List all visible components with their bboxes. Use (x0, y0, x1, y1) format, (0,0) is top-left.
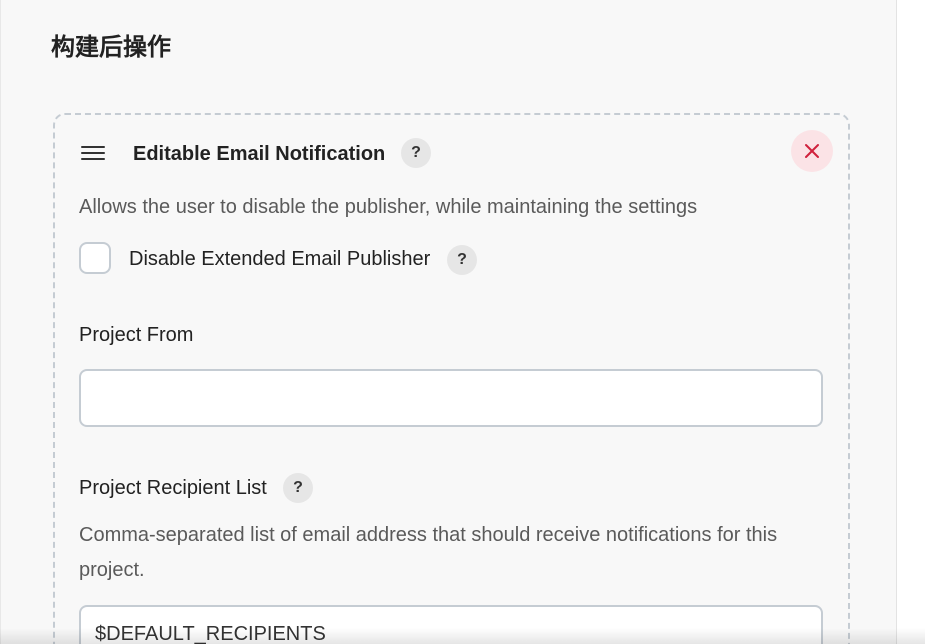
disable-publisher-help-icon[interactable]: ? (447, 245, 477, 275)
close-icon (805, 144, 819, 158)
config-section-panel: 构建后操作 Editable Email Notification ? Allo… (0, 0, 897, 644)
recipient-list-label: Project Recipient List (79, 477, 267, 499)
recipient-list-description: Comma-separated list of email address th… (79, 524, 778, 581)
publisher-description: Allows the user to disable the publisher… (79, 196, 698, 218)
disable-publisher-label[interactable]: Disable Extended Email Publisher (129, 245, 430, 273)
recipient-list-input[interactable] (79, 605, 823, 644)
drag-handle-icon[interactable] (81, 146, 105, 162)
section-title: 构建后操作 (51, 34, 171, 61)
publisher-title: Editable Email Notification (133, 143, 386, 165)
publisher-help-icon[interactable]: ? (401, 138, 431, 168)
delete-publisher-button[interactable] (791, 130, 833, 172)
project-from-input[interactable] (79, 369, 823, 427)
disable-publisher-checkbox[interactable] (79, 242, 111, 274)
publisher-card: Editable Email Notification ? Allows the… (53, 113, 850, 644)
recipient-list-help-icon[interactable]: ? (283, 473, 313, 503)
project-from-label: Project From (79, 324, 194, 346)
